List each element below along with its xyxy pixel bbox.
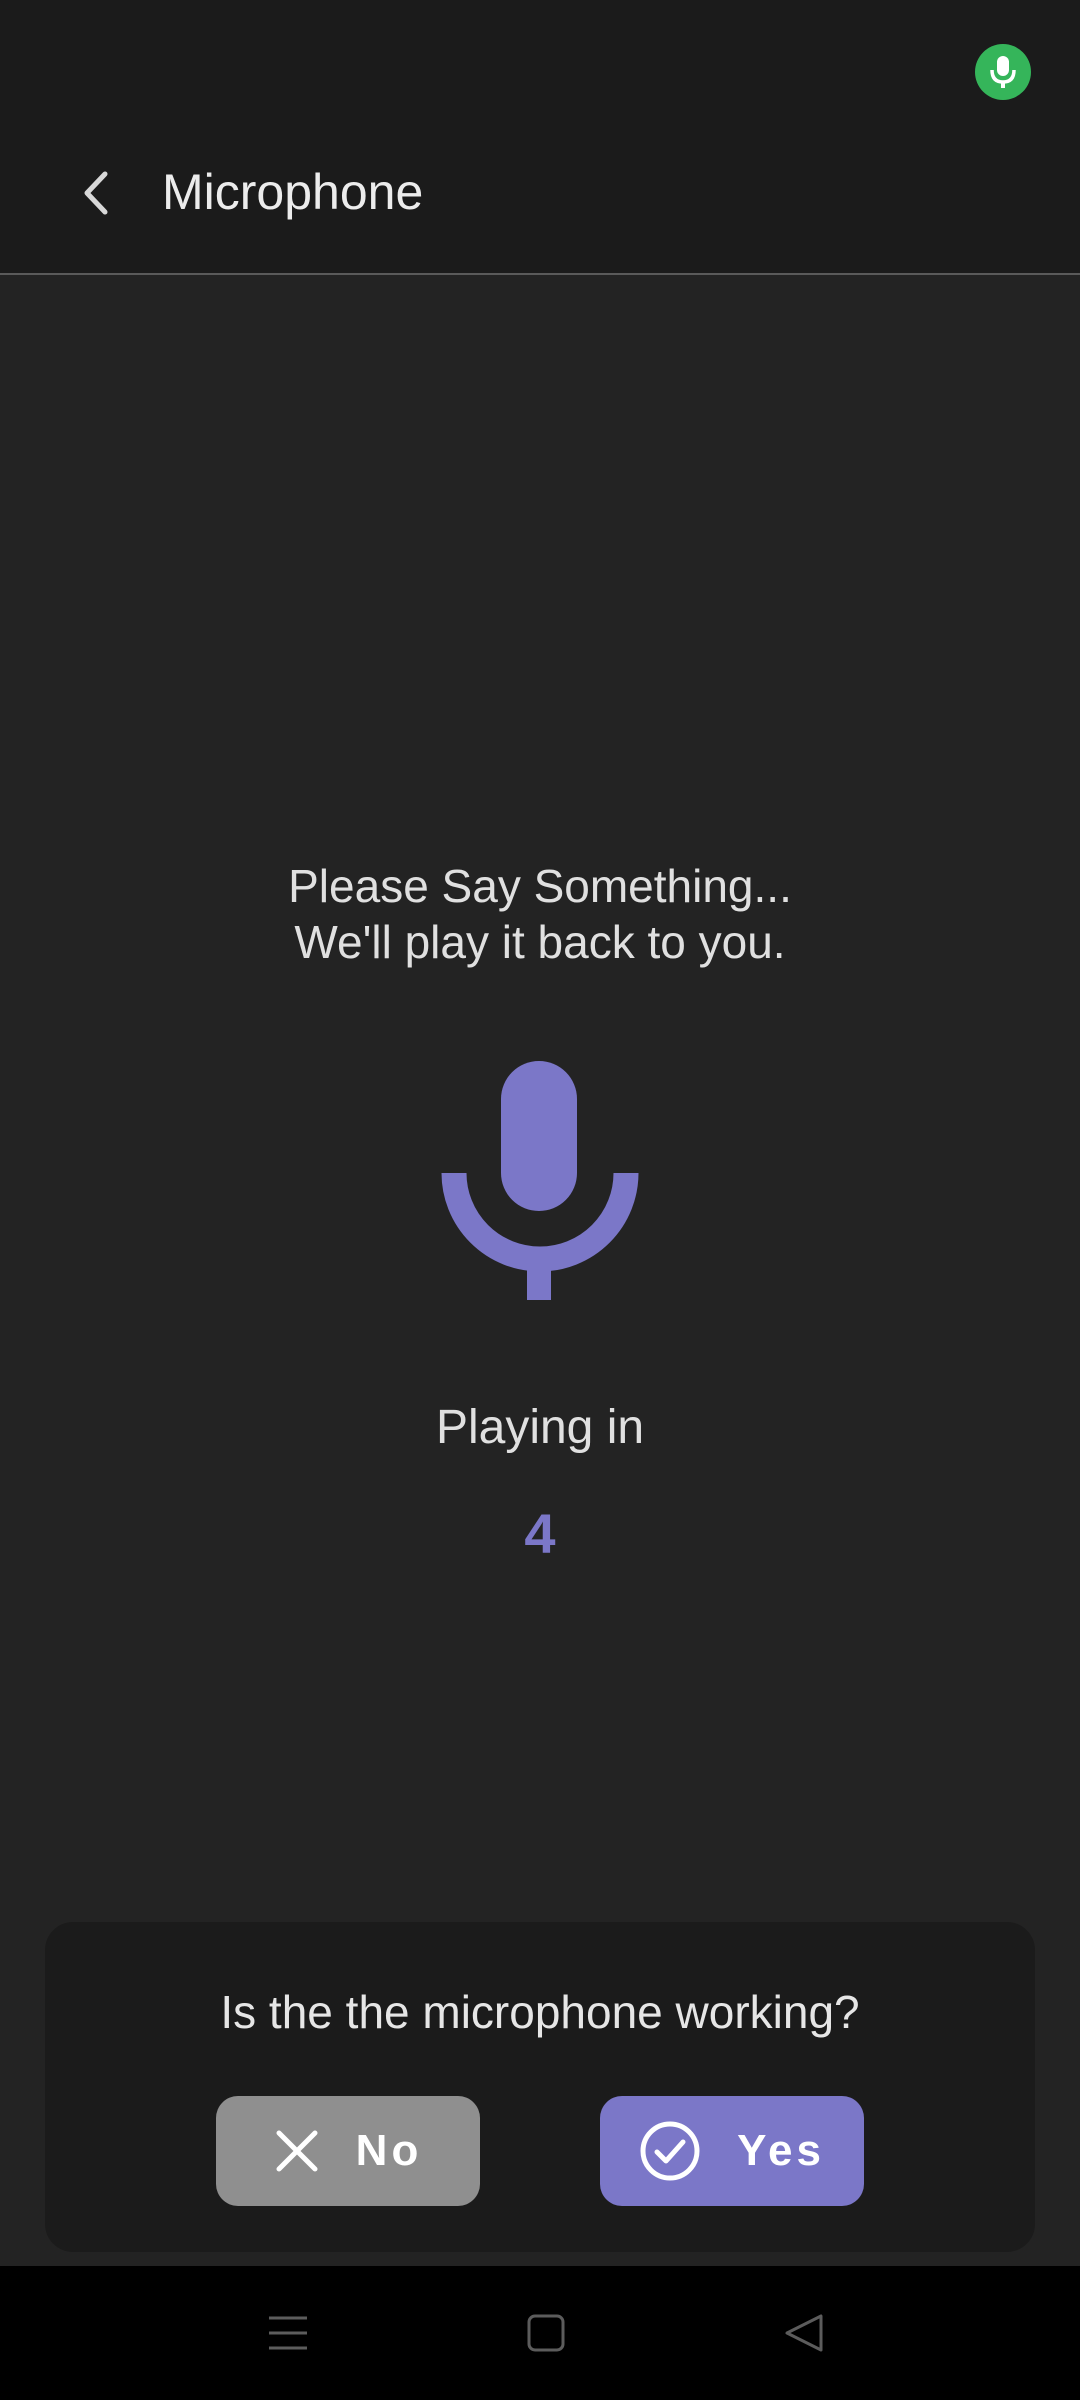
microphone-check-dialog: Is the the microphone working? No Yes bbox=[45, 1922, 1035, 2252]
yes-button-label: Yes bbox=[737, 2126, 825, 2175]
status-bar bbox=[0, 0, 1080, 130]
no-button-label: No bbox=[355, 2126, 423, 2175]
instruction-line-2: We'll play it back to you. bbox=[294, 916, 786, 968]
dialog-question: Is the the microphone working? bbox=[220, 1986, 860, 2038]
microphone-in-use-icon bbox=[975, 44, 1031, 100]
chevron-left-icon bbox=[84, 171, 108, 215]
app-bar: Microphone bbox=[0, 130, 1080, 275]
yes-button[interactable]: Yes bbox=[600, 2096, 864, 2206]
home-icon[interactable] bbox=[516, 2303, 576, 2363]
no-button[interactable]: No bbox=[216, 2096, 480, 2206]
system-nav-bar bbox=[0, 2266, 1080, 2400]
check-circle-icon bbox=[639, 2120, 701, 2182]
recent-apps-icon[interactable] bbox=[258, 2303, 318, 2363]
playing-label: Playing in bbox=[435, 1401, 645, 1454]
back-button[interactable] bbox=[62, 158, 132, 228]
instruction-text: Please Say Something... We'll play it ba… bbox=[0, 858, 1080, 970]
back-triangle-icon[interactable] bbox=[774, 2303, 834, 2363]
microphone-icon bbox=[440, 1055, 640, 1305]
instruction-line-1: Please Say Something... bbox=[288, 860, 792, 912]
close-icon bbox=[274, 2128, 320, 2174]
page-title: Microphone bbox=[162, 164, 424, 220]
countdown-value: 4 bbox=[524, 1502, 556, 1565]
